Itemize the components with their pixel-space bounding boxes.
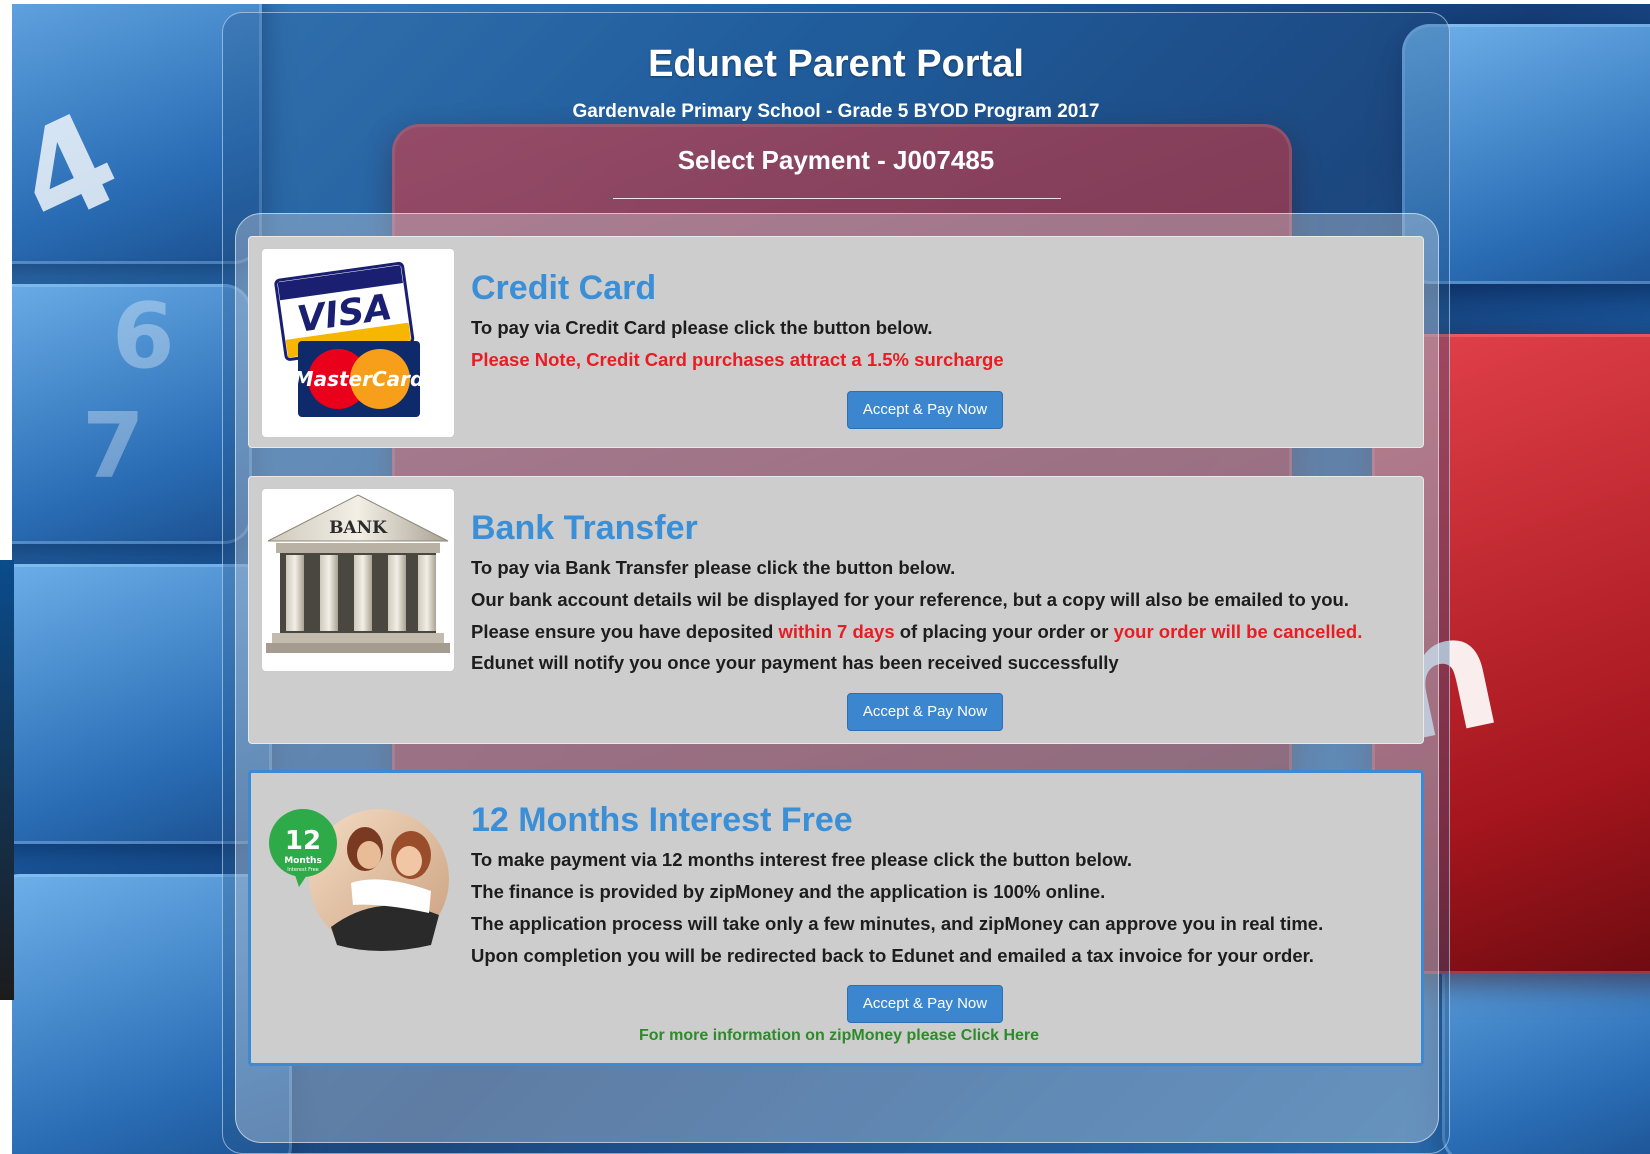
credit-card-pay-button[interactable]: Accept & Pay Now xyxy=(847,391,1003,429)
bank-transfer-pay-button[interactable]: Accept & Pay Now xyxy=(847,693,1003,731)
deposit-deadline-highlight: within 7 days xyxy=(778,621,895,642)
background-glyph: 7 xyxy=(82,394,145,499)
mastercard-text: MasterCard xyxy=(294,367,425,391)
main-panel: Edunet Parent Portal Gardenvale Primary … xyxy=(222,12,1450,1154)
select-payment-heading: Select Payment - J007485 xyxy=(677,145,995,175)
heading-divider xyxy=(613,198,1061,199)
deposit-text-start: Please ensure you have deposited xyxy=(471,621,779,642)
zipmoney-info-link[interactable]: For more information on zipMoney please … xyxy=(309,1027,1369,1045)
application-process-note: The application process will take only a… xyxy=(471,913,1324,934)
bank-transfer-title: Bank Transfer xyxy=(471,509,698,547)
bank-building-icon: BANK xyxy=(262,489,454,671)
order-cancel-warning: your order will be cancelled. xyxy=(1113,621,1363,642)
badge-label: Months xyxy=(284,856,322,866)
payment-options-container: VISA MasterCard Credit Card To pay via C… xyxy=(235,213,1439,1143)
interest-free-option: 12 Months Interest Free 12 Months Intere… xyxy=(248,770,1424,1066)
credit-card-title: Credit Card xyxy=(471,269,657,307)
interest-free-instruction: To make payment via 12 months interest f… xyxy=(471,849,1133,870)
school-program-subtitle: Gardenvale Primary School - Grade 5 BYOD… xyxy=(572,101,1100,122)
bank-label-text: BANK xyxy=(329,518,388,538)
deposit-text-middle: of placing your order or xyxy=(894,621,1114,642)
zipmoney-finance-note: The finance is provided by zipMoney and … xyxy=(471,881,1106,902)
badge-small-text: Interest Free xyxy=(287,867,318,873)
credit-card-surcharge-note: Please Note, Credit Card purchases attra… xyxy=(471,349,1004,370)
left-ribbon-decoration xyxy=(0,560,14,1000)
badge-number: 12 xyxy=(285,826,321,856)
redirect-note: Upon completion you will be redirected b… xyxy=(471,945,1314,966)
credit-card-option: VISA MasterCard Credit Card To pay via C… xyxy=(248,236,1424,448)
visa-mastercard-logo-icon: VISA MasterCard xyxy=(262,249,454,437)
bank-icon: BANK xyxy=(266,494,450,653)
credit-card-instruction: To pay via Credit Card please click the … xyxy=(471,317,933,338)
background-glyph: 6 xyxy=(112,284,175,389)
deposit-deadline-note: Please ensure you have deposited within … xyxy=(471,621,1362,643)
bank-details-note: Our bank account details wil be displaye… xyxy=(471,589,1349,610)
bank-transfer-instruction: To pay via Bank Transfer please click th… xyxy=(471,557,956,578)
credit-card-logos-icon: VISA MasterCard xyxy=(274,261,425,417)
interest-free-pay-button[interactable]: Accept & Pay Now xyxy=(847,985,1003,1023)
portal-title: Edunet Parent Portal xyxy=(648,43,1024,85)
interest-free-promo-icon: 12 Months Interest Free xyxy=(269,809,449,951)
interest-free-title: 12 Months Interest Free xyxy=(471,801,853,839)
bank-transfer-option: BANK Bank Transfer To pay via Bank Trans… xyxy=(248,476,1424,744)
zipmoney-promo-image: 12 Months Interest Free xyxy=(261,795,453,955)
payment-notify-note: Edunet will notify you once your payment… xyxy=(471,652,1119,673)
